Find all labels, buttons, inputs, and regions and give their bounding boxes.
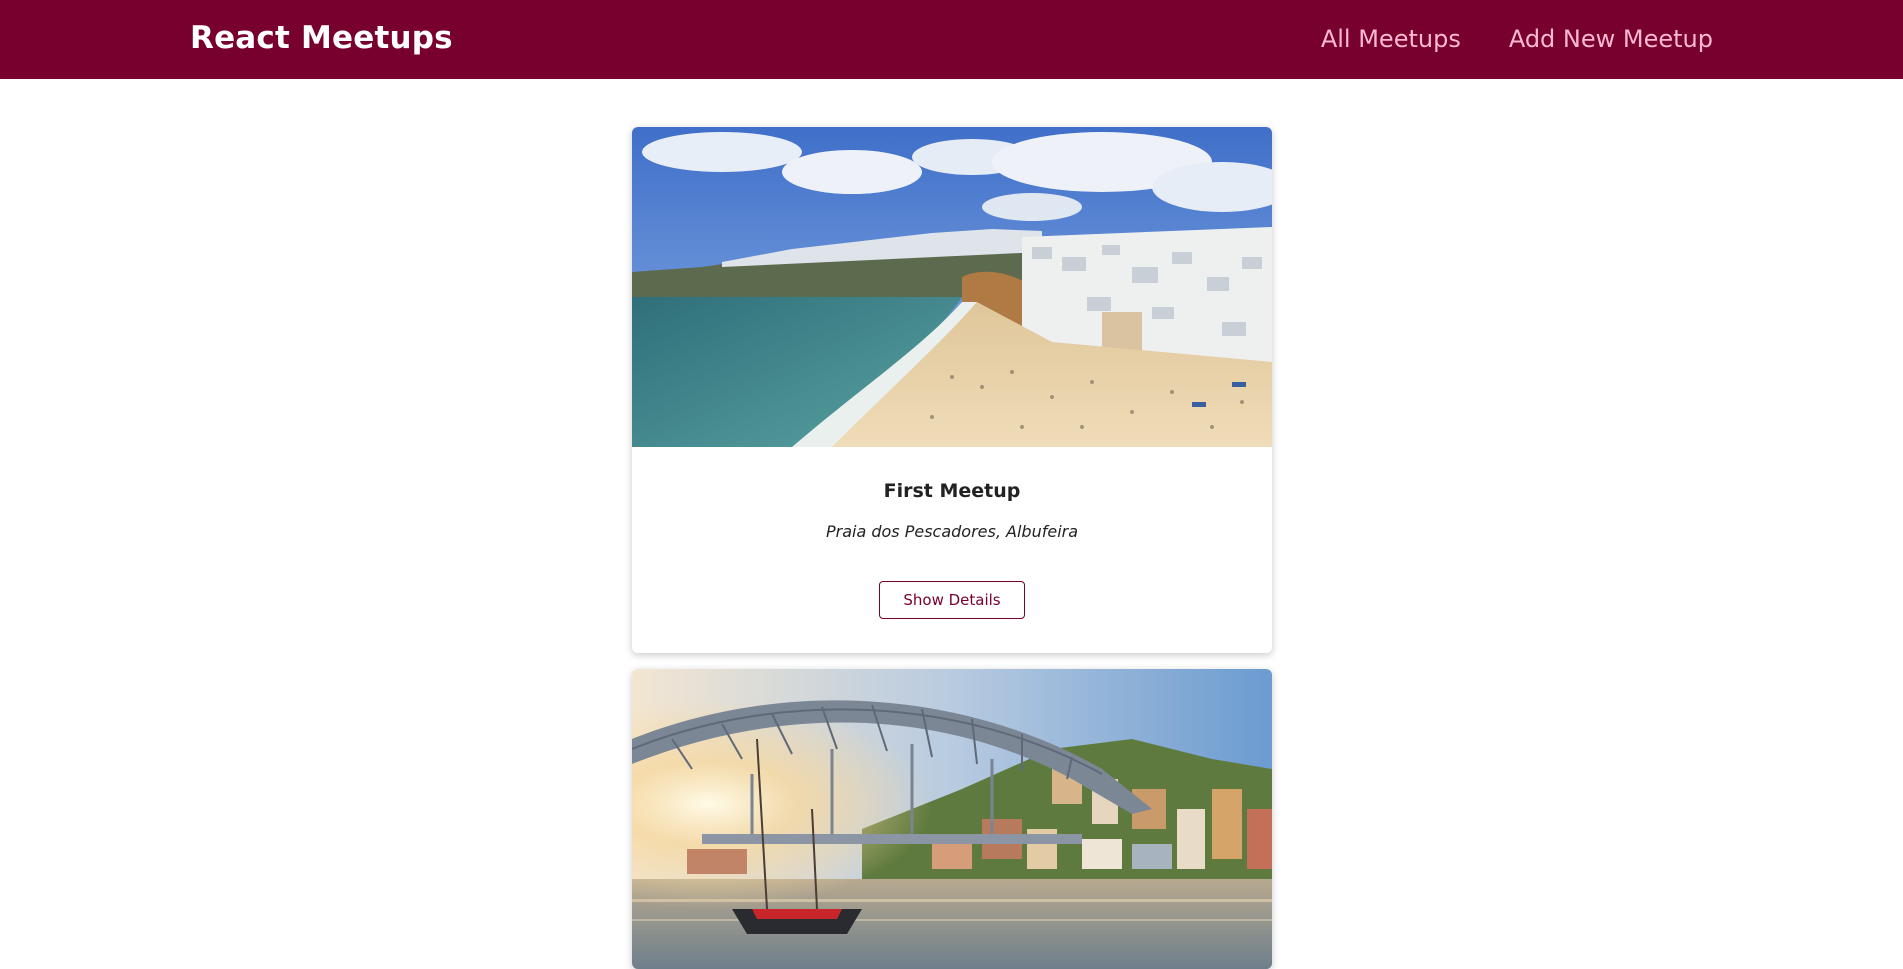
meetup-card: First Meetup Praia dos Pescadores, Albuf… (632, 127, 1272, 653)
nav-link-add-new-meetup[interactable]: Add New Meetup (1509, 25, 1713, 53)
meetup-content: First Meetup Praia dos Pescadores, Albuf… (632, 447, 1272, 619)
logo: React Meetups (190, 20, 453, 56)
show-details-button[interactable]: Show Details (879, 581, 1025, 619)
meetup-address: Praia dos Pescadores, Albufeira (825, 522, 1079, 541)
meetup-image (632, 127, 1272, 447)
meetup-image (632, 669, 1272, 969)
main-nav: All Meetups Add New Meetup (1321, 25, 1713, 53)
meetup-actions: Show Details (632, 581, 1272, 619)
meetup-card (632, 669, 1272, 969)
meetup-title: First Meetup (883, 480, 1021, 502)
nav-link-all-meetups[interactable]: All Meetups (1321, 25, 1461, 53)
main-header: React Meetups All Meetups Add New Meetup (0, 0, 1903, 79)
